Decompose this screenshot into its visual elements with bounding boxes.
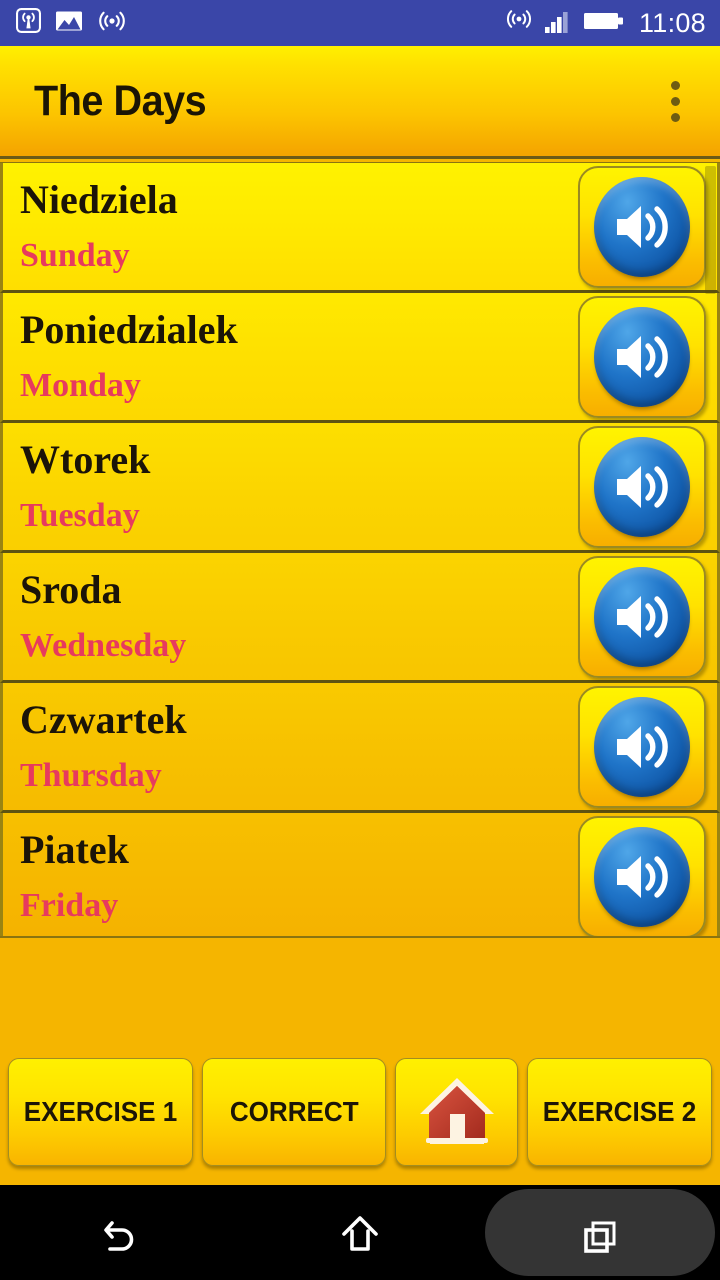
list-item[interactable]: Czwartek Thursday <box>0 683 720 813</box>
exercise-2-button[interactable]: EXERCISE 2 <box>527 1058 713 1166</box>
speaker-button[interactable] <box>578 295 706 418</box>
word-translation: Tuesday <box>20 497 140 534</box>
app-screen: 11:08 The Days Niedziela Sunday Poniedzia… <box>0 0 720 1280</box>
word-native: Piatek <box>20 827 129 872</box>
button-label: CORRECT <box>229 1096 359 1127</box>
nav-home-button[interactable] <box>240 1185 480 1280</box>
word-native: Wtorek <box>20 437 151 482</box>
word-native: Sroda <box>20 567 122 612</box>
back-arrow-icon <box>104 1220 134 1251</box>
recents-squares-icon <box>584 1221 616 1253</box>
picture-icon <box>55 9 83 38</box>
list-item[interactable]: Sroda Wednesday <box>0 553 720 683</box>
word-translation: Thursday <box>20 757 162 794</box>
app-bar: The Days <box>0 46 720 159</box>
speaker-icon <box>594 176 690 277</box>
days-list-inner: Niedziela Sunday Poniedzialek Monday Wtore… <box>0 163 720 936</box>
speaker-button[interactable] <box>578 165 706 288</box>
android-navigation-bar <box>0 1185 720 1280</box>
list-item-texts: Czwartek Thursday <box>20 700 578 793</box>
word-translation: Wednesday <box>20 627 187 664</box>
list-item-texts: Piatek Friday <box>20 830 578 923</box>
word-native: Niedziela <box>20 177 178 222</box>
status-bar: 11:08 <box>0 0 720 46</box>
speaker-button[interactable] <box>578 555 706 678</box>
speaker-icon <box>594 826 690 927</box>
page-title: The Days <box>34 76 207 125</box>
speaker-button[interactable] <box>578 685 706 808</box>
overflow-dot <box>670 80 680 90</box>
word-translation: Monday <box>20 367 141 404</box>
home-outline-icon <box>342 1215 378 1251</box>
wireless-signal-icon <box>97 9 127 38</box>
status-bar-right-icons: 11:08 <box>505 8 706 39</box>
word-native: Poniedzialek <box>20 307 238 352</box>
list-item[interactable]: Poniedzialek Monday <box>0 293 720 423</box>
word-native: Czwartek <box>20 697 187 742</box>
days-list[interactable]: Niedziela Sunday Poniedzialek Monday Wtore… <box>0 162 720 938</box>
speaker-icon <box>594 436 690 537</box>
hotspot-icon <box>505 8 533 39</box>
button-label: EXERCISE 1 <box>23 1096 178 1127</box>
list-item[interactable]: Piatek Friday <box>0 813 720 936</box>
list-item-texts: Sroda Wednesday <box>20 570 578 663</box>
exercise-1-button[interactable]: EXERCISE 1 <box>8 1058 193 1166</box>
word-translation: Friday <box>20 887 119 924</box>
nav-recents-button[interactable] <box>480 1185 720 1280</box>
home-icon <box>419 1078 494 1144</box>
speaker-icon <box>594 566 690 667</box>
list-item[interactable]: Wtorek Tuesday <box>0 423 720 553</box>
overflow-menu-icon[interactable] <box>652 70 698 132</box>
word-translation: Sunday <box>20 237 130 274</box>
speaker-button[interactable] <box>578 425 706 548</box>
list-item-texts: Niedziela Sunday <box>20 180 578 273</box>
speaker-icon <box>594 696 690 797</box>
list-scrollbar[interactable] <box>705 166 716 294</box>
overflow-dot <box>670 96 680 106</box>
cellular-signal-icon <box>544 8 572 39</box>
status-bar-clock: 11:08 <box>638 7 706 38</box>
speaker-button[interactable] <box>578 815 706 936</box>
speaker-icon <box>594 306 690 407</box>
overflow-dot <box>670 112 680 122</box>
list-item-texts: Poniedzialek Monday <box>20 310 578 403</box>
nav-back-button[interactable] <box>0 1185 240 1280</box>
battery-full-icon <box>583 9 625 38</box>
button-label: EXERCISE 2 <box>542 1096 697 1127</box>
broadcast-tower-icon <box>16 8 41 38</box>
list-item-texts: Wtorek Tuesday <box>20 440 578 533</box>
list-item[interactable]: Niedziela Sunday <box>0 163 720 293</box>
home-button[interactable] <box>395 1058 519 1166</box>
correct-button[interactable]: CORRECT <box>201 1058 387 1166</box>
status-bar-left-icons <box>16 8 127 38</box>
bottom-button-bar: EXERCISE 1 CORRECT EXERCISE 2 <box>0 1053 720 1171</box>
